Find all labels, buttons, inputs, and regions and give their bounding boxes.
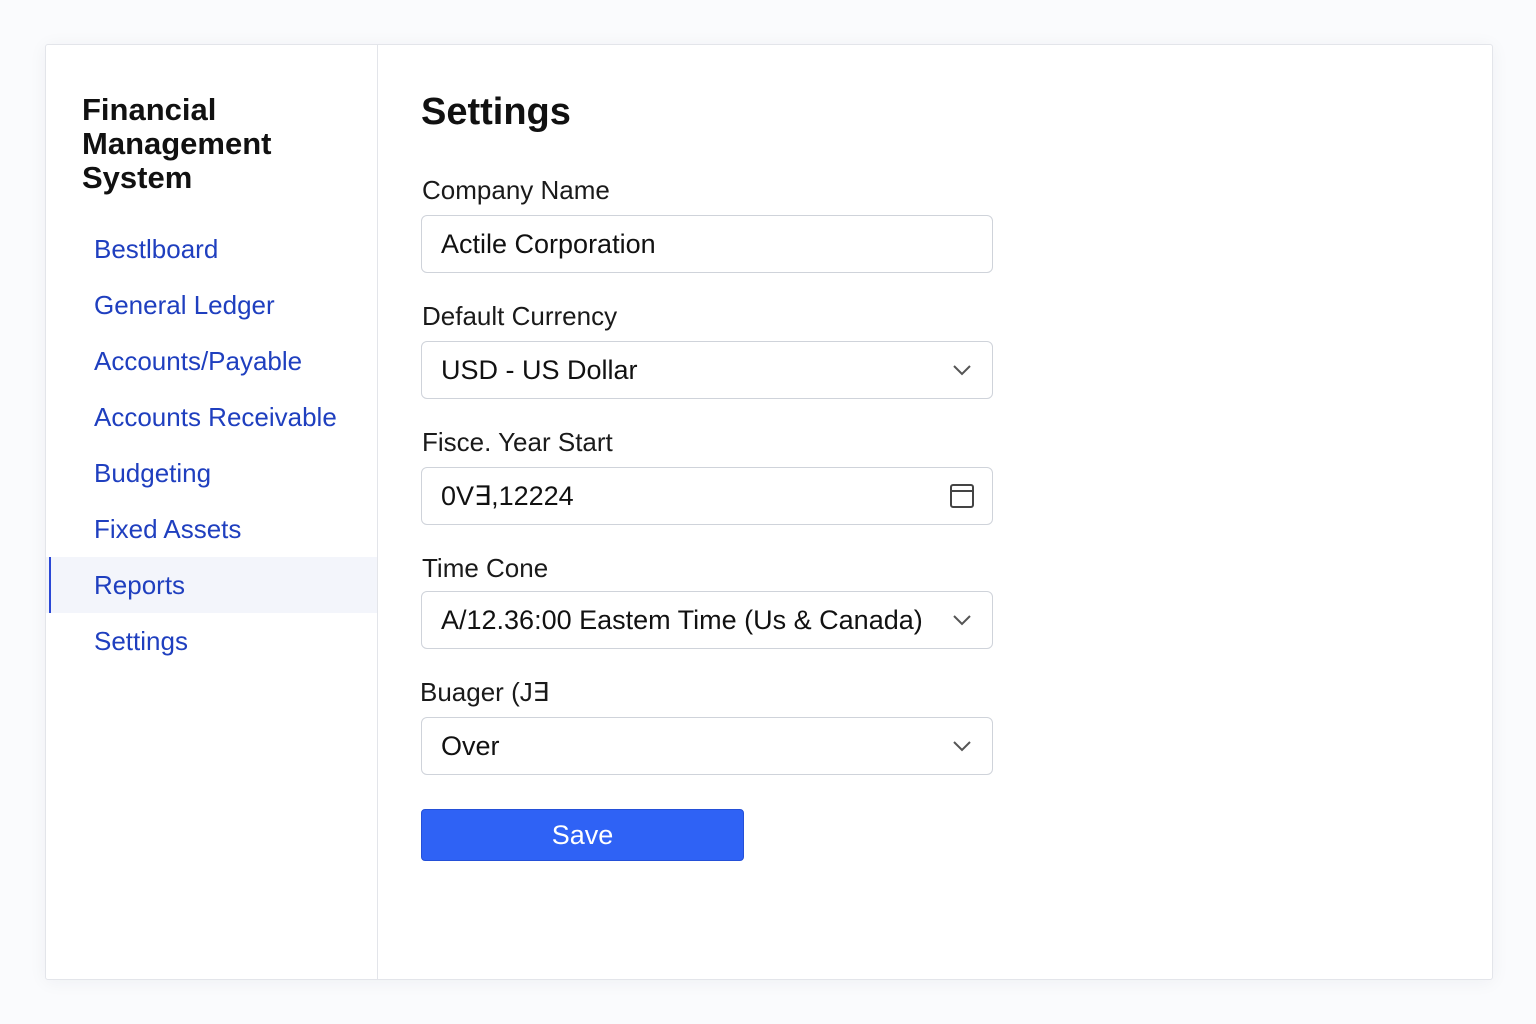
sidebar-item-accounts-receivable[interactable]: Accounts Receivable	[46, 389, 377, 445]
chevron-down-icon	[932, 342, 992, 398]
sidebar-item-settings[interactable]: Settings	[46, 613, 377, 669]
time-zone-value: A/12.36:00 Eastem Time (Us & Canada)	[441, 604, 923, 635]
company-name-label: Company Name	[422, 175, 610, 205]
sidebar-item-accounts-payable[interactable]: Accounts/Payable	[46, 333, 377, 389]
sidebar-item-fixed-assets[interactable]: Fixed Assets	[46, 501, 377, 557]
company-name-value: Actile Corporation	[441, 228, 656, 259]
fiscal-year-start-label: Fisce. Year Start	[422, 427, 613, 457]
chevron-down-icon	[932, 592, 992, 648]
budget-select[interactable]: Over	[421, 717, 993, 775]
page-title: Settings	[421, 91, 571, 133]
fiscal-year-start-input[interactable]: 0V∃,12224	[421, 467, 993, 525]
default-currency-select[interactable]: USD - US Dollar	[421, 341, 993, 399]
chevron-down-icon	[932, 718, 992, 774]
settings-panel: Settings Company Name Actile Corporation…	[379, 45, 1492, 979]
budget-label: Buager (J∃	[420, 677, 550, 707]
fiscal-year-start-value: 0V∃,12224	[441, 480, 574, 511]
sidebar-item-dashboard[interactable]: Bestlboard	[46, 221, 377, 277]
app-title: Financial Management System	[82, 92, 272, 195]
time-zone-label: Time Cone	[422, 553, 549, 583]
sidebar: Financial Management System Bestlboard G…	[46, 45, 378, 979]
budget-value: Over	[441, 730, 500, 761]
sidebar-item-general-ledger[interactable]: General Ledger	[46, 277, 377, 333]
default-currency-label: Default Currency	[422, 301, 618, 331]
default-currency-value: USD - US Dollar	[441, 354, 638, 385]
calendar-icon[interactable]	[932, 468, 992, 524]
sidebar-nav: Bestlboard General Ledger Accounts/Payab…	[46, 221, 377, 669]
save-button[interactable]: Save	[421, 809, 744, 861]
company-name-input[interactable]: Actile Corporation	[421, 215, 993, 273]
sidebar-item-budgeting[interactable]: Budgeting	[46, 445, 377, 501]
time-zone-select[interactable]: A/12.36:00 Eastem Time (Us & Canada)	[421, 591, 993, 649]
app-window: Financial Management System Bestlboard G…	[45, 44, 1493, 980]
sidebar-item-reports[interactable]: Reports	[46, 557, 377, 613]
